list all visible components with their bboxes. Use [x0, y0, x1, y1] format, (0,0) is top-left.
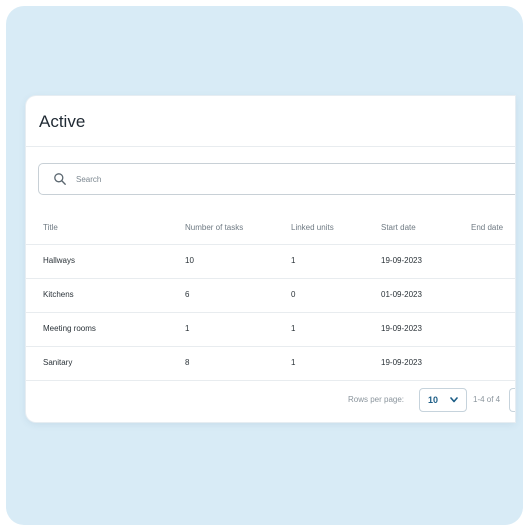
cell-title: Kitchens — [43, 290, 74, 299]
cell-number-of-tasks: 6 — [185, 290, 190, 299]
chevron-down-icon — [450, 397, 458, 403]
pagination-nav-button[interactable] — [509, 388, 515, 412]
table-row[interactable]: Sanitary 8 1 19-09-2023 — [26, 346, 515, 378]
cell-number-of-tasks: 8 — [185, 358, 190, 367]
table-row[interactable]: Hallways 10 1 19-09-2023 — [26, 244, 515, 276]
rows-per-page-value: 10 — [428, 395, 439, 405]
table-row[interactable]: Kitchens 6 0 01-09-2023 — [26, 278, 515, 310]
pagination-range: 1-4 of 4 — [473, 395, 501, 404]
cell-linked-units: 0 — [291, 290, 296, 299]
cell-start-date: 01-09-2023 — [381, 290, 422, 299]
cell-start-date: 19-09-2023 — [381, 324, 422, 333]
card-title: Active — [39, 112, 86, 131]
column-header-end-date[interactable]: End date — [471, 212, 503, 244]
column-header-number-of-tasks[interactable]: Number of tasks — [185, 212, 243, 244]
search-icon — [53, 172, 67, 186]
column-header-linked-units[interactable]: Linked units — [291, 212, 334, 244]
active-list-card: Active Title Number of tasks Linked unit… — [26, 96, 515, 422]
table-header: Title Number of tasks Linked units Start… — [26, 212, 515, 244]
search-input[interactable] — [76, 174, 376, 184]
cell-start-date: 19-09-2023 — [381, 256, 422, 265]
cell-linked-units: 1 — [291, 324, 296, 333]
cell-linked-units: 1 — [291, 358, 296, 367]
cell-title: Meeting rooms — [43, 324, 96, 333]
table-row[interactable]: Meeting rooms 1 1 19-09-2023 — [26, 312, 515, 344]
title-divider — [26, 146, 515, 147]
rows-per-page-select[interactable]: 10 — [419, 388, 467, 412]
column-header-title[interactable]: Title — [43, 212, 58, 244]
cell-number-of-tasks: 1 — [185, 324, 190, 333]
cell-start-date: 19-09-2023 — [381, 358, 422, 367]
cell-number-of-tasks: 10 — [185, 256, 194, 265]
search-box[interactable] — [38, 163, 515, 195]
cell-title: Hallways — [43, 256, 76, 265]
table-pagination: Rows per page: 10 1-4 of 4 — [26, 380, 515, 422]
cell-linked-units: 1 — [291, 256, 296, 265]
column-header-start-date[interactable]: Start date — [381, 212, 416, 244]
cell-title: Sanitary — [43, 358, 73, 367]
rows-per-page-label: Rows per page: — [348, 395, 405, 404]
